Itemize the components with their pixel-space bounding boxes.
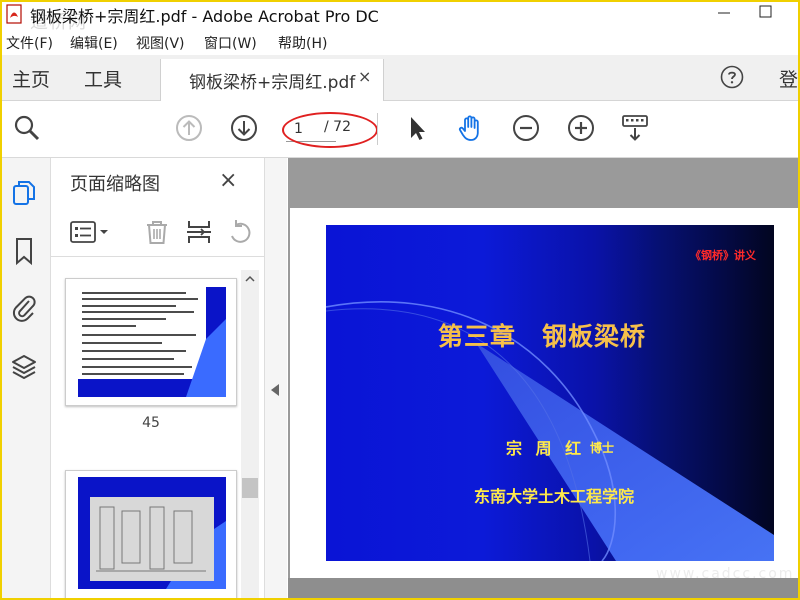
tab-home[interactable]: 主页 xyxy=(12,65,50,92)
acrobat-app-icon xyxy=(6,4,22,24)
page-total-label: / 72 xyxy=(324,119,351,135)
toolbar-separator xyxy=(377,113,378,145)
menu-file[interactable]: 文件(F) xyxy=(6,33,53,53)
panel-toolbar xyxy=(51,210,264,257)
thumbnail-page-number: 45 xyxy=(142,415,160,431)
tab-bar: 主页 工具 钢板梁桥+宗周红.pdf × 登 xyxy=(0,55,800,101)
paperclip-icon xyxy=(12,295,36,322)
panel-close-icon[interactable]: × xyxy=(219,168,237,193)
minimize-icon xyxy=(718,12,730,14)
layers-button[interactable] xyxy=(10,352,38,382)
bookmarks-button[interactable] xyxy=(10,236,38,266)
slide-author: 宗 周 红 xyxy=(506,439,586,458)
panel-collapse-handle[interactable] xyxy=(265,158,287,600)
slide-background-graphic xyxy=(326,301,774,561)
menu-window[interactable]: 窗口(W) xyxy=(204,33,257,53)
copy-pages-icon xyxy=(13,181,35,205)
previous-page-button[interactable] xyxy=(174,113,204,143)
left-tools-rail xyxy=(0,158,51,600)
trash-icon xyxy=(147,221,167,244)
maximize-button[interactable] xyxy=(752,0,792,26)
title-bar: 道桥网 钢板梁桥+宗周红.pdf - Adobe Acrobat Pro DC xyxy=(0,0,800,33)
rotate-page-button[interactable] xyxy=(227,218,253,246)
hand-icon xyxy=(458,115,479,141)
attachments-button[interactable] xyxy=(10,292,38,322)
arrow-up-circle-icon xyxy=(176,115,202,141)
rotate-icon xyxy=(231,220,251,243)
page-thumbnails-button[interactable] xyxy=(10,178,38,208)
sign-in-link[interactable]: 登 xyxy=(779,65,798,92)
scrollbar-thumb[interactable] xyxy=(242,478,258,498)
help-icon[interactable] xyxy=(720,65,744,89)
slide-course-tag: 《钢桥》讲义 xyxy=(690,249,756,262)
window-title: 钢板梁桥+宗周红.pdf - Adobe Acrobat Pro DC xyxy=(30,7,379,26)
next-page-button[interactable] xyxy=(229,113,259,143)
bottom-watermark: www.cadcc.com xyxy=(656,566,795,582)
cursor-arrow-icon xyxy=(411,117,425,140)
select-tool-button[interactable] xyxy=(402,113,432,143)
slide-content: 《钢桥》讲义 第三章 钢板梁桥 宗 周 红 博士 东南大学土木工程学院 xyxy=(326,225,774,561)
thumbnails-list: 45 xyxy=(51,258,241,600)
layers-icon xyxy=(12,355,36,379)
maximize-icon xyxy=(759,5,772,18)
scroll-up-arrow-icon[interactable] xyxy=(241,270,259,288)
slide-school: 东南大学土木工程学院 xyxy=(474,487,635,506)
panel-title: 页面缩略图 xyxy=(70,174,160,195)
document-tab-label: 钢板梁桥+宗周红.pdf xyxy=(189,73,356,93)
page-thumbnails-panel: 页面缩略图 × 45 xyxy=(51,158,265,600)
main-toolbar: / 72 xyxy=(0,101,800,158)
delete-page-button[interactable] xyxy=(143,218,171,246)
arrow-down-circle-icon xyxy=(231,115,257,141)
thumbnail-page-46[interactable] xyxy=(65,470,237,600)
keyboard-download-icon xyxy=(622,115,648,141)
pdf-page: 《钢桥》讲义 第三章 钢板梁桥 宗 周 红 博士 东南大学土木工程学院 xyxy=(290,208,798,578)
thumbnail-options-button[interactable] xyxy=(69,218,111,246)
insert-page-icon xyxy=(187,221,211,243)
menu-edit[interactable]: 编辑(E) xyxy=(70,33,118,53)
collapse-arrow-icon xyxy=(271,384,279,396)
hand-tool-button[interactable] xyxy=(456,113,486,143)
minus-circle-icon xyxy=(513,115,539,141)
tab-document[interactable]: 钢板梁桥+宗周红.pdf × xyxy=(160,59,384,101)
zoom-out-button[interactable] xyxy=(511,113,541,143)
minimize-button[interactable] xyxy=(704,0,744,26)
thumbnail-page-45[interactable] xyxy=(65,278,237,406)
slide-degree: 博士 xyxy=(590,441,615,455)
search-button[interactable] xyxy=(12,113,42,143)
bookmark-icon xyxy=(16,238,32,266)
close-tab-icon[interactable]: × xyxy=(358,67,371,86)
menu-bar: 文件(F) 编辑(E) 视图(V) 窗口(W) 帮助(H) xyxy=(0,30,800,54)
keyboard-download-button[interactable] xyxy=(620,113,650,143)
search-zoom-icon xyxy=(14,115,40,141)
thumbnail-preview-45 xyxy=(78,287,226,397)
zoom-in-button[interactable] xyxy=(566,113,596,143)
document-view[interactable]: 《钢桥》讲义 第三章 钢板梁桥 宗 周 红 博士 东南大学土木工程学院 www.… xyxy=(288,158,800,600)
plus-circle-icon xyxy=(568,115,594,141)
menu-view[interactable]: 视图(V) xyxy=(136,33,185,53)
thumbnail-preview-46 xyxy=(78,477,226,589)
insert-page-button[interactable] xyxy=(185,218,213,246)
slide-title: 第三章 钢板梁桥 xyxy=(438,322,647,351)
thumbnail-scrollbar[interactable] xyxy=(241,270,259,600)
tab-tools[interactable]: 工具 xyxy=(84,65,122,92)
menu-help[interactable]: 帮助(H) xyxy=(278,33,327,53)
options-menu-icon xyxy=(70,221,108,243)
